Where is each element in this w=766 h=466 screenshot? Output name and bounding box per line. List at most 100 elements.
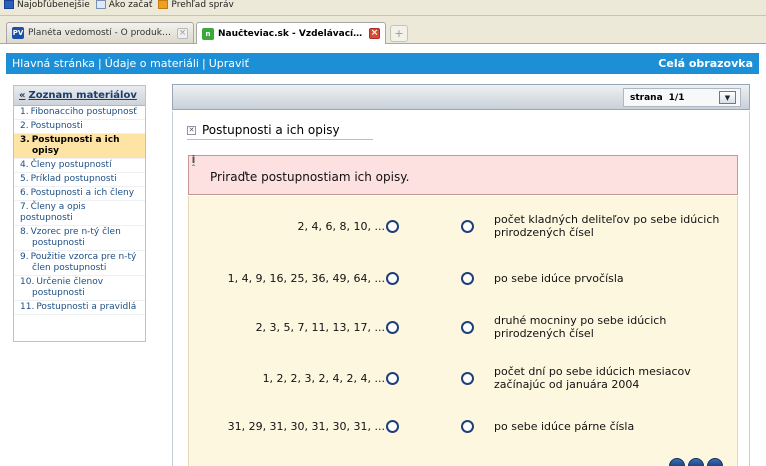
sidebar-item[interactable]: 5. Príklad postupnosti [14, 173, 145, 187]
task-box: iˆ Priraďte postupnostiam ich opisy. [188, 154, 738, 195]
sidebar-item-sublabel: postupnosti [32, 238, 85, 248]
sidebar-item-number: 4. [20, 160, 29, 170]
info-icon[interactable]: iˆ [189, 154, 198, 175]
matching-row: 31, 29, 31, 30, 31, 30, 31, ... po sebe i… [189, 410, 739, 444]
sidebar-item-label: Postupnosti a ich členy [30, 188, 135, 198]
description-radio[interactable] [461, 220, 474, 233]
description-label: po sebe idúce párne čísla [494, 420, 635, 433]
exercise-title: Postupnosti a ich opisy [202, 123, 340, 137]
next-icon[interactable] [707, 458, 723, 466]
chevron-down-icon[interactable]: ▼ [719, 91, 736, 104]
sequence-radio[interactable] [386, 220, 399, 233]
sequence-label: 2, 3, 5, 7, 11, 13, 17, ... [255, 321, 385, 334]
browser-tab[interactable]: PV Planéta vedomostí - O produkte - Inšt… [6, 22, 194, 43]
description-radio[interactable] [461, 321, 474, 334]
description-radio[interactable] [461, 372, 474, 385]
sequence-label: 31, 29, 31, 30, 31, 30, 31, ... [227, 420, 385, 433]
bookmark-item[interactable]: Najobľúbenejšie [4, 0, 90, 10]
sidebar-item-label: Členy postupností [30, 160, 112, 170]
sidebar-item-label: Členy a opis postupnosti [20, 202, 86, 223]
sidebar-item[interactable]: 3. Postupnosti a ich opisy [14, 134, 145, 159]
matching-row: 1, 2, 2, 3, 2, 4, 2, 4, ... počet dní po … [189, 362, 739, 396]
navbar-links: Hlavná stránka | Údaje o materiáli | Upraviť [12, 57, 249, 70]
sidebar-item-sublabel: opisy [32, 146, 59, 156]
separator: | [97, 57, 102, 70]
sidebar-item[interactable]: 9. Použitie vzorca pre n-tý člen postupnos… [14, 251, 145, 276]
page-icon [95, 0, 106, 9]
nav-material-link[interactable]: Údaje o materiáli [105, 57, 199, 70]
sequence-label: 1, 2, 2, 3, 2, 4, 2, 4, ... [262, 372, 385, 385]
sidebar-item-label: Postupnosti a pravidlá [36, 302, 137, 312]
page-icon [4, 0, 14, 9]
sidebar-item-number: 8. [20, 227, 29, 237]
matching-row: 2, 4, 6, 8, 10, ... počet kladných delite… [189, 210, 739, 244]
close-icon[interactable]: × [369, 28, 380, 39]
sidebar-item-sublabel: člen postupnosti [32, 263, 107, 273]
sidebar-item-number: 1. [20, 107, 29, 117]
sidebar-item-sublabel: postupnosti [32, 288, 85, 298]
new-tab-button[interactable]: + [390, 25, 408, 42]
prev-icon[interactable] [669, 458, 685, 466]
sequence-label: 2, 4, 6, 8, 10, ... [297, 220, 385, 233]
sequence-radio[interactable] [386, 321, 399, 334]
favicon-n: n [202, 27, 214, 40]
description-label: druhé mocniny po sebe idúcich prirodzený… [494, 314, 667, 340]
sidebar-item-number: 3. [20, 135, 30, 145]
sidebar-list: 1. Fibonacciho postupnosť 2. Postupnosti 3. P… [14, 106, 145, 315]
browser-tab-active[interactable]: n Naučteviac.sk - Vzdelávací portál... × [196, 22, 386, 44]
nav-edit-link[interactable]: Upraviť [209, 57, 249, 70]
sidebar-item[interactable]: 4. Členy postupností [14, 159, 145, 173]
page-selector[interactable]: strana 1/1 ▼ [623, 88, 741, 107]
sidebar-item[interactable]: 8. Vzorec pre n-tý člen postupnosti [14, 226, 145, 251]
matching-area: 2, 4, 6, 8, 10, ... počet kladných delite… [188, 196, 738, 466]
sidebar-item[interactable]: 1. Fibonacciho postupnosť [14, 106, 145, 120]
rss-icon [158, 0, 169, 9]
description-radio[interactable] [461, 272, 474, 285]
description-radio[interactable] [461, 420, 474, 433]
description-label: počet kladných deliteľov po sebe idúcich… [494, 213, 720, 239]
main-toolbar: strana 1/1 ▼ [172, 84, 750, 110]
sidebar-title: Zoznam materiálov [28, 90, 137, 101]
pager-label: strana [630, 92, 663, 103]
sidebar-item-number: 11. [20, 302, 35, 312]
sidebar-item[interactable]: 6. Postupnosti a ich členy [14, 187, 145, 201]
bookmark-item[interactable]: Ako začať [95, 0, 152, 10]
check-icon[interactable] [688, 458, 704, 466]
sidebar-item[interactable]: 10. Určenie členov postupnosti [14, 276, 145, 301]
sidebar-item-number: 9. [20, 252, 29, 262]
task-instruction: Priraďte postupnostiam ich opisy. [210, 170, 410, 184]
sidebar-item[interactable]: 2. Postupnosti [14, 120, 145, 134]
navigation-icons [669, 458, 723, 466]
sidebar-item[interactable]: 11. Postupnosti a pravidlá [14, 301, 145, 315]
matching-row: 1, 4, 9, 16, 25, 36, 49, 64, ... po sebe … [189, 262, 739, 296]
sequence-label: 1, 4, 9, 16, 25, 36, 49, 64, ... [227, 272, 385, 285]
sidebar-item-label: Určenie členov [36, 277, 104, 287]
bookmark-item[interactable]: Prehľad správ [158, 0, 234, 10]
favicon-pv: PV [12, 27, 24, 39]
close-icon[interactable]: × [177, 27, 188, 39]
tab-title: Planéta vedomostí - O produkte - Inštr..… [28, 28, 173, 38]
description-label: po sebe idúce prvočísla [494, 272, 624, 285]
sidebar-item-number: 7. [20, 202, 29, 212]
sequence-radio[interactable] [386, 372, 399, 385]
sidebar-header[interactable]: « Zoznam materiálov [14, 86, 145, 106]
bookmarks-bar: Najobľúbenejšie Ako začať Prehľad správ [0, 0, 766, 16]
exercise-title-row: ✕ Postupnosti a ich opisy [187, 123, 373, 140]
sequence-radio[interactable] [386, 272, 399, 285]
sequence-radio[interactable] [386, 420, 399, 433]
description-label: počet dní po sebe idúcich mesiacov začín… [494, 365, 691, 391]
sidebar-item-label: Vzorec pre n-tý člen [30, 227, 121, 237]
tab-strip: PV Planéta vedomostí - O produkte - Inšt… [0, 16, 766, 44]
close-icon[interactable]: ✕ [187, 125, 196, 135]
sidebar-item-label: Postupnosti a ich [31, 135, 120, 145]
tab-title: Naučteviac.sk - Vzdelávací portál... [218, 28, 365, 39]
sidebar-item-number: 2. [20, 121, 29, 131]
nav-home-link[interactable]: Hlavná stránka [12, 57, 95, 70]
main-panel: strana 1/1 ▼ ✕ Postupnosti a ich opisy i… [172, 84, 750, 466]
fullscreen-link[interactable]: Celá obrazovka [658, 57, 753, 70]
sidebar-item-label: Postupnosti [30, 121, 83, 131]
sidebar-item[interactable]: 7. Členy a opis postupnosti [14, 201, 145, 226]
back-link[interactable]: « [19, 90, 25, 101]
page-navbar: Hlavná stránka | Údaje o materiáli | Upraviť… [6, 53, 759, 74]
exercise-content: ✕ Postupnosti a ich opisy iˆ Priraďte po… [172, 111, 750, 466]
